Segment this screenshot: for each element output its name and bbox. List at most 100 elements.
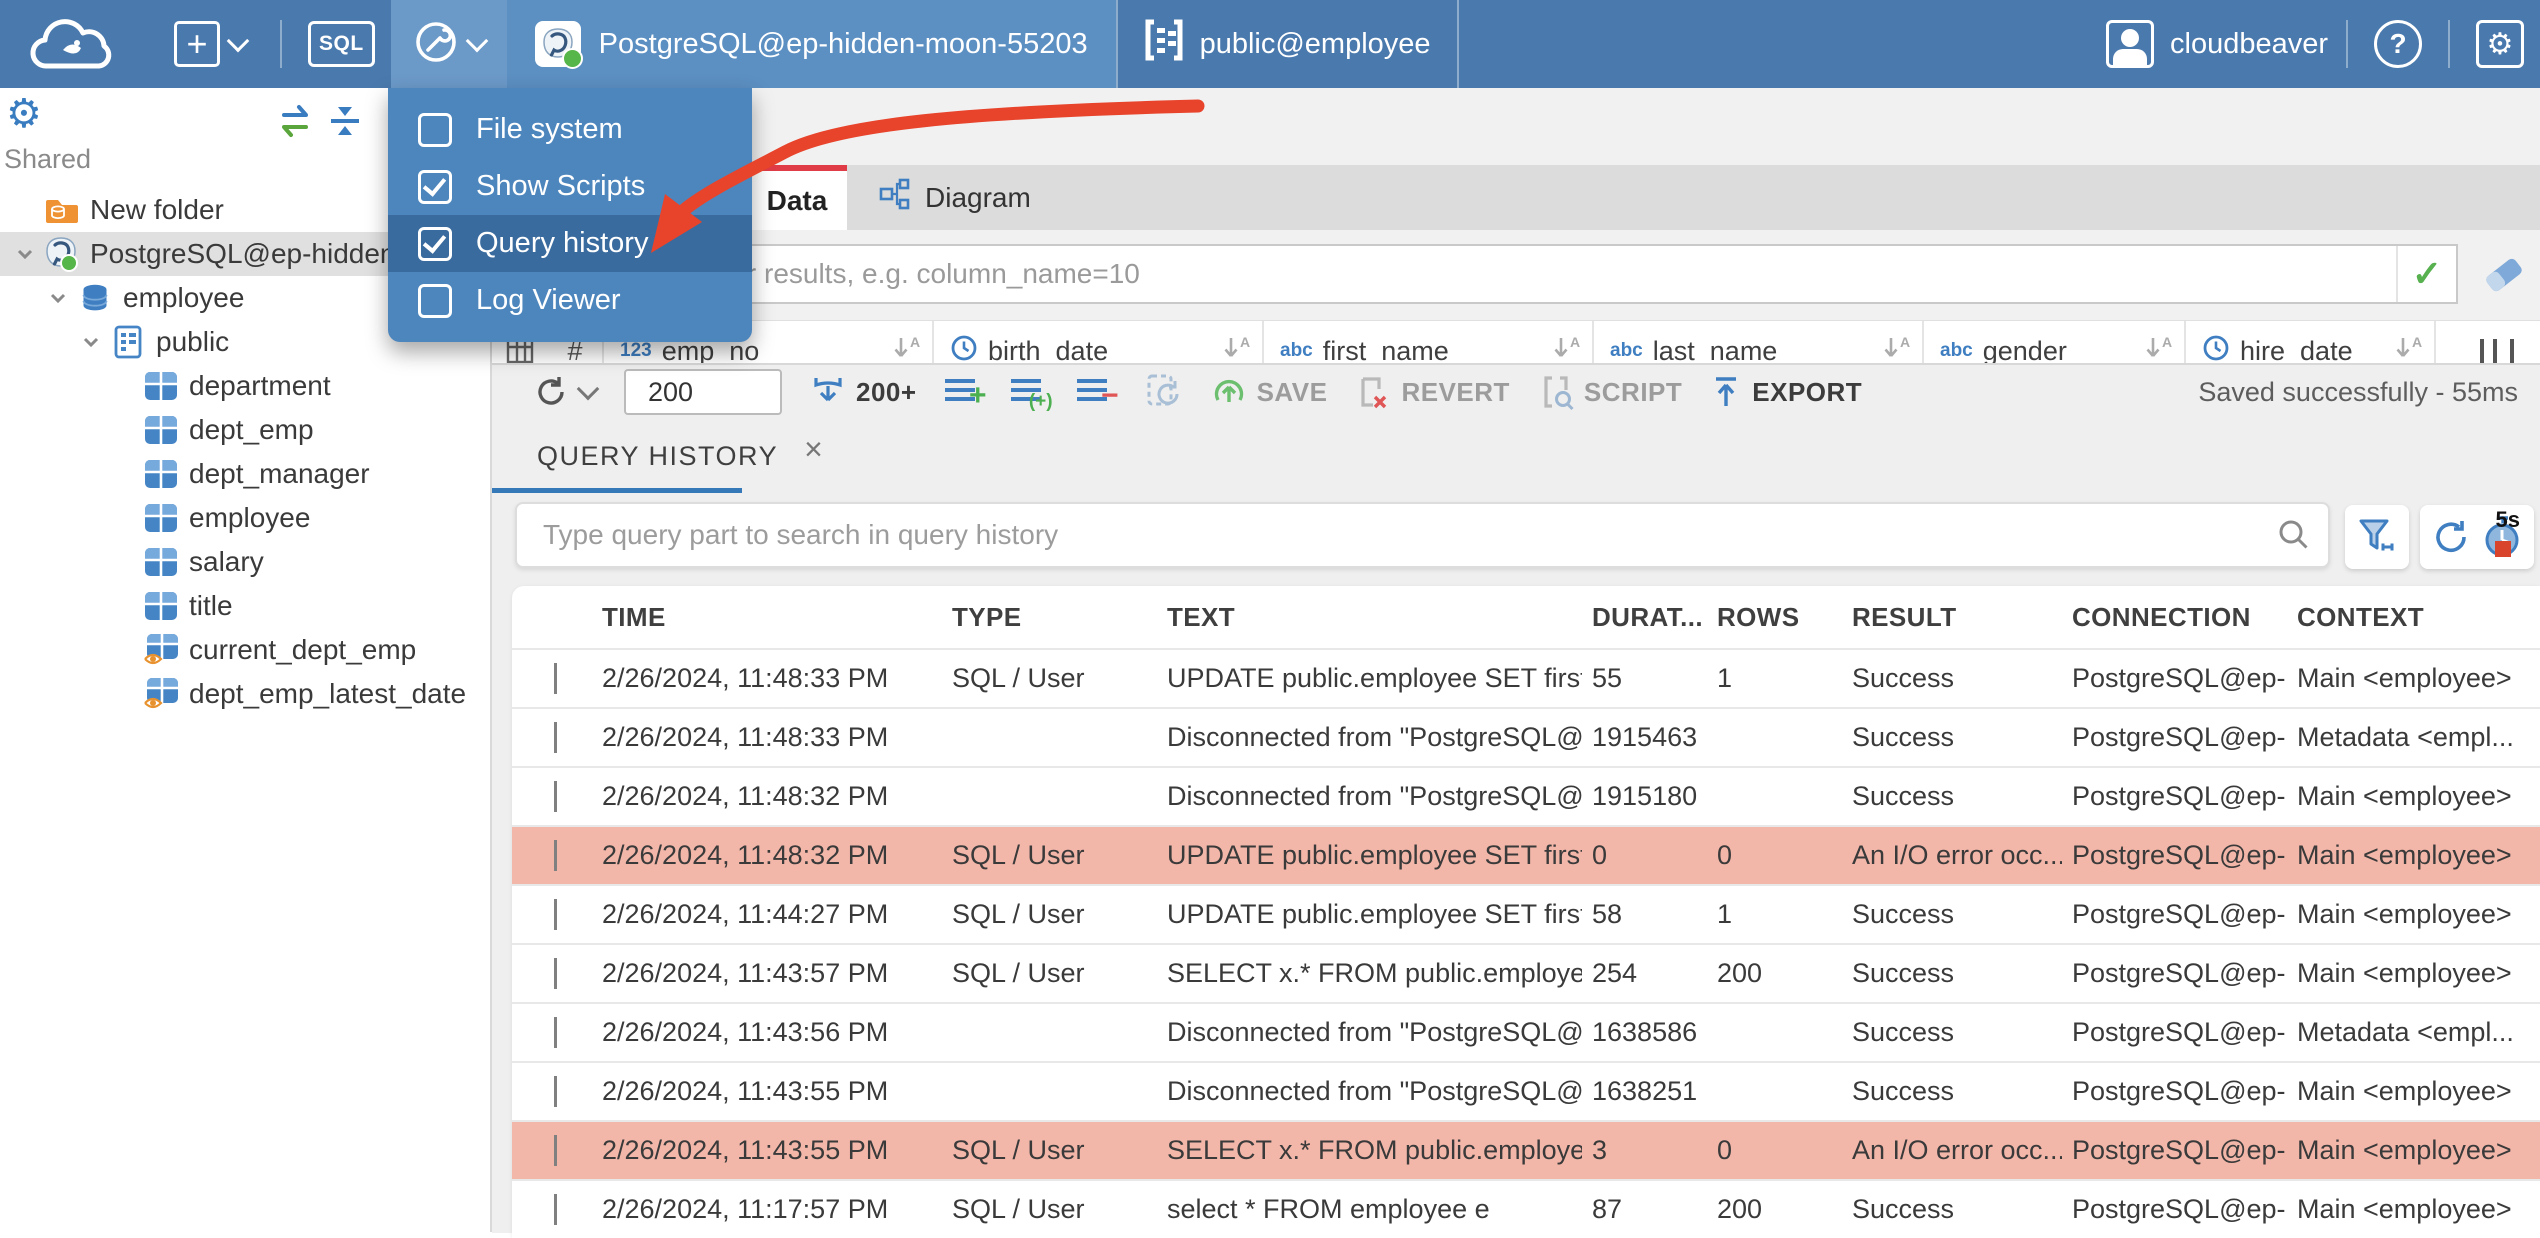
- menu-item[interactable]: File system: [388, 101, 752, 158]
- checkbox-unchecked-icon[interactable]: [418, 283, 452, 318]
- expand-chevron-icon[interactable]: [554, 899, 557, 930]
- table-row[interactable]: 2/26/2024, 11:43:55 PM SQL / User SELECT x…: [512, 1120, 2540, 1179]
- expand-chevron-icon[interactable]: [554, 663, 557, 694]
- delete-row-icon[interactable]: −: [1076, 377, 1119, 412]
- tree-item[interactable]: dept_emp: [0, 408, 488, 452]
- sort-icon[interactable]: A: [1552, 333, 1584, 364]
- expand-chevron-icon[interactable]: [554, 781, 557, 812]
- tree-item[interactable]: salary: [0, 540, 488, 584]
- table-row[interactable]: 2/26/2024, 11:48:32 PM SQL / User UPDATE p…: [512, 825, 2540, 884]
- tree-item[interactable]: current_dept_emp: [0, 628, 488, 672]
- menu-item[interactable]: Show Scripts: [388, 158, 752, 215]
- refresh-button[interactable]: [532, 373, 600, 411]
- help-button[interactable]: ?: [2358, 0, 2438, 88]
- export-button[interactable]: EXPORT: [1710, 374, 1862, 410]
- eraser-icon[interactable]: [2482, 254, 2526, 301]
- tree-item[interactable]: dept_emp_latest_date: [0, 672, 488, 716]
- history-context-cell: Metadata <empl...: [2297, 1017, 2514, 1047]
- duplicate-row-icon[interactable]: (+): [1010, 377, 1053, 412]
- connection-selector[interactable]: PostgreSQL@ep-hidden-moon-55203: [506, 0, 1116, 88]
- cloudbeaver-logo-icon[interactable]: [0, 0, 150, 88]
- table-row[interactable]: 2/26/2024, 11:43:57 PM SQL / User SELECT x…: [512, 943, 2540, 1002]
- history-column-header[interactable]: CONTEXT: [2287, 602, 2540, 633]
- history-refresh-timer-button[interactable]: 5s: [2420, 505, 2534, 569]
- history-type-cell: SQL / User: [952, 663, 1085, 693]
- table-row[interactable]: 2/26/2024, 11:48:33 PM Disconnected from …: [512, 707, 2540, 766]
- history-filter-button[interactable]: [2345, 505, 2409, 569]
- expand-chevron-icon[interactable]: [554, 1017, 557, 1048]
- history-column-header[interactable]: TYPE: [942, 602, 1157, 633]
- save-button[interactable]: SAVE: [1211, 374, 1328, 410]
- menu-item-label: Log Viewer: [476, 284, 621, 316]
- tree-item[interactable]: title: [0, 584, 488, 628]
- table-icon: [141, 503, 181, 533]
- tree-item-label: dept_emp_latest_date: [189, 678, 467, 709]
- query-history-search-input[interactable]: [515, 502, 2330, 568]
- sort-icon[interactable]: A: [2394, 333, 2426, 364]
- menu-item[interactable]: Query history: [388, 215, 752, 272]
- chevron-down-icon[interactable]: [74, 330, 108, 354]
- checkbox-checked-icon[interactable]: [418, 226, 452, 261]
- tools-menu-button[interactable]: [390, 0, 507, 88]
- columns-view-icon[interactable]: [2480, 339, 2514, 363]
- tree-item[interactable]: dept_manager: [0, 452, 488, 496]
- grid-column-header[interactable]: birth_date A: [934, 321, 1264, 363]
- sidebar-settings-gear-icon[interactable]: ⚙: [6, 94, 42, 134]
- history-column-header[interactable]: TIME: [592, 602, 942, 633]
- row-limit-input[interactable]: [624, 369, 782, 415]
- new-connection-button[interactable]: +: [150, 0, 270, 88]
- schema-selector[interactable]: public@employee: [1115, 0, 1459, 88]
- sort-icon[interactable]: A: [1882, 333, 1914, 364]
- table-row[interactable]: 2/26/2024, 11:43:56 PM Disconnected from …: [512, 1002, 2540, 1061]
- table-row[interactable]: 2/26/2024, 11:17:57 PM SQL / User select *…: [512, 1179, 2540, 1238]
- sort-icon[interactable]: A: [1222, 333, 1254, 364]
- expand-chevron-icon[interactable]: [554, 840, 557, 871]
- apply-filter-check-icon[interactable]: ✓: [2396, 246, 2456, 302]
- tab-data[interactable]: Data: [747, 165, 847, 230]
- load-more-button[interactable]: 200+: [810, 374, 917, 410]
- grid-column-header[interactable]: abc first_name A: [1264, 321, 1594, 363]
- sql-editor-button[interactable]: SQL: [292, 0, 391, 88]
- expand-chevron-icon[interactable]: [554, 958, 557, 989]
- history-column-header[interactable]: CONNECTION: [2062, 602, 2287, 633]
- checkbox-checked-icon[interactable]: [418, 169, 452, 204]
- checkbox-unchecked-icon[interactable]: [418, 112, 452, 147]
- collapse-all-icon[interactable]: [326, 104, 364, 143]
- refresh-document-icon[interactable]: [1143, 370, 1183, 415]
- table-row[interactable]: 2/26/2024, 11:48:33 PM SQL / User UPDATE p…: [512, 648, 2540, 707]
- script-button[interactable]: SCRIPT: [1538, 373, 1682, 411]
- history-column-header[interactable]: DURAT...: [1582, 602, 1707, 633]
- sort-icon[interactable]: A: [892, 333, 924, 364]
- grid-column-header[interactable]: abc gender A: [1924, 321, 2186, 363]
- table-row[interactable]: 2/26/2024, 11:44:27 PM SQL / User UPDATE p…: [512, 884, 2540, 943]
- expand-chevron-icon[interactable]: [554, 1076, 557, 1107]
- close-icon[interactable]: ×: [804, 431, 823, 468]
- filter-expression-input[interactable]: [509, 246, 2396, 302]
- grid-column-header[interactable]: hire_date A: [2186, 321, 2436, 363]
- add-row-icon[interactable]: +: [944, 377, 987, 412]
- schema-name: public@employee: [1199, 27, 1431, 60]
- table-icon: [141, 371, 181, 401]
- history-column-header[interactable]: RESULT: [1842, 602, 2062, 633]
- tab-diagram[interactable]: Diagram: [847, 165, 1063, 230]
- sync-connections-icon[interactable]: [274, 104, 316, 143]
- revert-button[interactable]: REVERT: [1355, 373, 1509, 411]
- menu-item[interactable]: Log Viewer: [388, 272, 752, 329]
- expand-chevron-icon[interactable]: [554, 1194, 557, 1225]
- history-column-header[interactable]: ROWS: [1707, 602, 1842, 633]
- settings-button[interactable]: ⚙: [2460, 0, 2540, 88]
- grid-column-header[interactable]: abc last_name A: [1594, 321, 1924, 363]
- tree-item[interactable]: department: [0, 364, 488, 408]
- user-menu[interactable]: cloudbeaver: [2098, 0, 2336, 88]
- chevron-down-icon[interactable]: [8, 242, 42, 266]
- chevron-down-icon[interactable]: [41, 286, 75, 310]
- tab-query-history[interactable]: QUERY HISTORY: [537, 441, 778, 472]
- sort-icon[interactable]: A: [2144, 333, 2176, 364]
- history-column-header[interactable]: TEXT: [1157, 602, 1582, 633]
- expand-chevron-icon[interactable]: [554, 1135, 557, 1166]
- table-row[interactable]: 2/26/2024, 11:43:55 PM Disconnected from …: [512, 1061, 2540, 1120]
- sidebar-section-label: Shared: [4, 144, 92, 174]
- expand-chevron-icon[interactable]: [554, 722, 557, 753]
- tree-item[interactable]: employee: [0, 496, 488, 540]
- table-row[interactable]: 2/26/2024, 11:48:32 PM Disconnected from …: [512, 766, 2540, 825]
